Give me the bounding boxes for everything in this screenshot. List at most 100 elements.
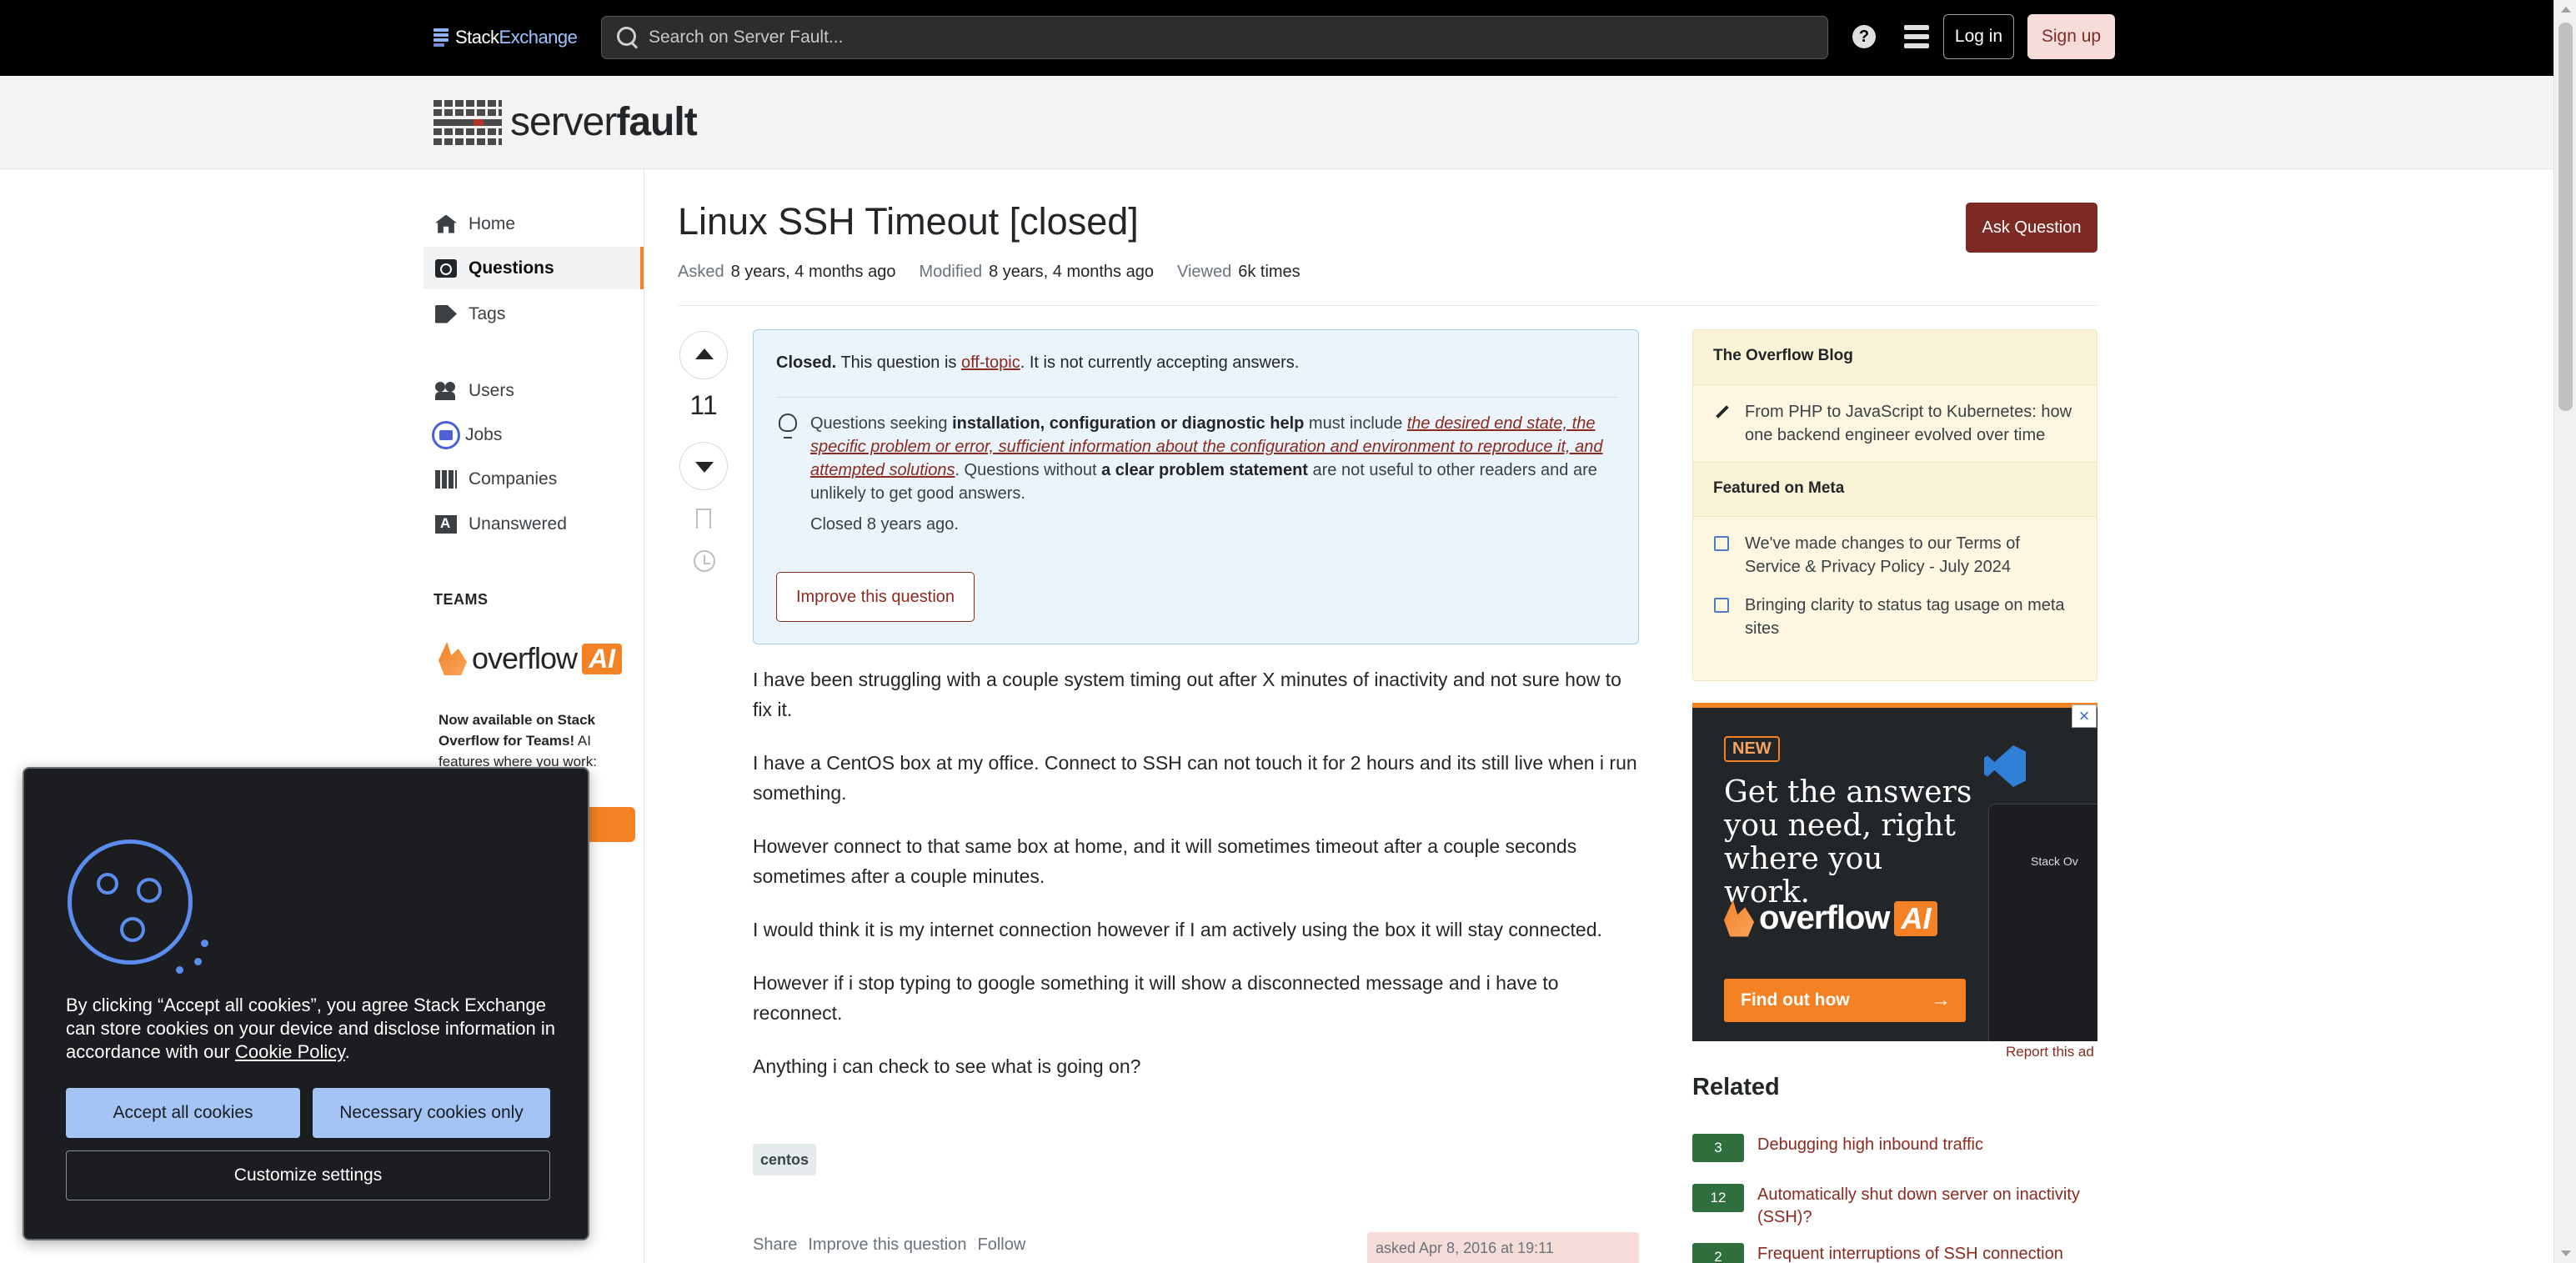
question-title[interactable]: Linux SSH Timeout [closed] <box>678 200 1139 243</box>
nav-item-users[interactable]: Users <box>423 369 644 412</box>
related-title: Frequent interruptions of SSH connection <box>1757 1245 2063 1263</box>
necessary-cookies-button[interactable]: Necessary cookies only <box>313 1088 550 1138</box>
related-item[interactable]: 2 Frequent interruptions of SSH connecti… <box>1692 1243 2097 1263</box>
question-body: I have been struggling with a couple sys… <box>753 664 1639 1105</box>
companies-icon <box>435 469 457 489</box>
post-menu: Share Improve this question Follow <box>753 1235 1025 1255</box>
meta-modified: Modified 8 years, 4 months ago <box>919 263 1154 281</box>
cookie-text: By clicking “Accept all cookies”, you ag… <box>66 995 555 1062</box>
accept-all-cookies-button[interactable]: Accept all cookies <box>66 1088 300 1138</box>
stack-flame-icon <box>439 642 467 675</box>
ad-headline: Get the answers you need, right where yo… <box>1724 775 1972 910</box>
related-item[interactable]: 12 Automatically shut down server on ina… <box>1692 1184 2097 1229</box>
meta-asked: Asked 8 years, 4 months ago <box>678 263 896 281</box>
site-header: serverfault <box>0 76 2553 169</box>
improve-link[interactable]: Improve this question <box>808 1235 966 1255</box>
nav-label: Home <box>469 213 516 233</box>
scroll-up-icon[interactable] <box>2561 7 2571 13</box>
overflow-ai-logo: overflow AI <box>439 641 623 676</box>
nav-item-jobs[interactable]: Jobs <box>423 413 644 456</box>
nav-item-questions[interactable]: Questions <box>423 247 644 289</box>
meta-item[interactable]: We've made changes to our Terms of Servi… <box>1693 517 2097 594</box>
ask-question-button[interactable]: Ask Question <box>1966 203 2097 253</box>
ad-cta-button[interactable]: Find out how → <box>1724 979 1966 1022</box>
blog-item[interactable]: From PHP to JavaScript to Kubernetes: ho… <box>1693 385 2097 462</box>
upvote-button[interactable] <box>679 331 728 379</box>
scroll-thumb[interactable] <box>2558 23 2573 411</box>
teams-promo-text: Now available on Stack Overflow for Team… <box>439 712 597 769</box>
downvote-button[interactable] <box>679 442 728 490</box>
closed-notice: Closed. This question is off-topic. It i… <box>753 329 1639 644</box>
post-paragraph: However connect to that same box at home… <box>753 835 1577 887</box>
nav-label: Questions <box>469 258 554 278</box>
asker-card: asked Apr 8, 2016 at 19:11 <box>1367 1232 1639 1263</box>
stack-flame-icon <box>1724 900 1754 937</box>
report-ad-link[interactable]: Report this ad <box>2006 1044 2094 1060</box>
nav-item-unanswered[interactable]: Unanswered <box>423 503 644 545</box>
meta-viewed: Viewed 6k times <box>1176 263 1301 281</box>
site-switcher-icon[interactable] <box>1904 25 1929 48</box>
stackexchange-logo[interactable]: Stack Exchange <box>434 25 578 50</box>
top-bar: Stack Exchange ? Log in Sign up <box>0 0 2553 76</box>
stackexchange-icon <box>434 28 449 47</box>
advertisement[interactable]: NEW Get the answers you need, right wher… <box>1692 703 2097 1041</box>
nav-label: Companies <box>469 469 558 489</box>
related-score: 2 <box>1692 1243 1744 1263</box>
ad-overflow-ai-logo: overflow AI <box>1724 900 1938 937</box>
history-icon[interactable] <box>694 550 715 572</box>
login-button[interactable]: Log in <box>1943 14 2014 59</box>
related-item[interactable]: 3 Debugging high inbound traffic <box>1692 1134 2097 1162</box>
users-icon <box>435 381 457 400</box>
signup-button[interactable]: Sign up <box>2027 14 2115 59</box>
teams-heading: TEAMS <box>434 591 489 608</box>
post-paragraph: Anything i can check to see what is goin… <box>753 1055 1141 1077</box>
server-rack-icon <box>434 99 502 145</box>
serverfault-logo[interactable]: serverfault <box>434 99 698 145</box>
search-bar[interactable] <box>601 16 1828 59</box>
nav-label: Tags <box>469 303 506 323</box>
post-paragraph: I have been struggling with a couple sys… <box>753 669 1621 720</box>
meta-heading: Featured on Meta <box>1693 462 2097 517</box>
closed-notice-body: Questions seeking installation, configur… <box>810 414 1603 503</box>
related-score: 12 <box>1692 1184 1744 1212</box>
related-score: 3 <box>1692 1134 1744 1162</box>
divider <box>776 397 1618 398</box>
search-input[interactable] <box>649 28 1799 48</box>
vote-count: 11 <box>689 390 718 420</box>
share-link[interactable]: Share <box>753 1235 797 1255</box>
related-title: Debugging high inbound traffic <box>1757 1135 1983 1154</box>
blog-widget: The Overflow Blog From PHP to JavaScript… <box>1692 329 2097 681</box>
ad-new-badge: NEW <box>1724 736 1780 762</box>
cookie-icon <box>68 839 202 965</box>
home-icon <box>435 214 457 233</box>
nav-label: Unanswered <box>469 514 567 534</box>
scroll-down-icon[interactable] <box>2561 1250 2571 1256</box>
follow-link[interactable]: Follow <box>977 1235 1025 1255</box>
nav-label: Jobs <box>465 424 503 444</box>
cookie-policy-link[interactable]: Cookie Policy <box>235 1041 345 1062</box>
bookmark-icon[interactable] <box>696 509 711 530</box>
nav-item-tags[interactable]: Tags <box>423 293 644 335</box>
logo-wordmark: serverfault <box>510 100 698 144</box>
help-icon[interactable]: ? <box>1852 25 1876 48</box>
arrow-right-icon: → <box>1931 989 1951 1011</box>
improve-question-button[interactable]: Improve this question <box>776 572 975 622</box>
logo-text-exchange: Exchange <box>499 27 578 48</box>
meta-item[interactable]: Bringing clarity to status tag usage on … <box>1693 594 2097 655</box>
meta-post-icon <box>1713 597 1732 614</box>
post-paragraph: I would think it is my internet connecti… <box>753 919 1602 940</box>
closed-notice-heading: Closed. This question is off-topic. It i… <box>776 353 1300 372</box>
nav-item-home[interactable]: Home <box>423 203 644 245</box>
blog-heading: The Overflow Blog <box>1693 330 2097 385</box>
related-title: Automatically shut down server on inacti… <box>1757 1185 2080 1226</box>
post-paragraph: However if i stop typing to google somet… <box>753 972 1559 1024</box>
questions-icon <box>435 258 457 278</box>
close-icon[interactable]: × <box>2072 704 2097 728</box>
scrollbar[interactable] <box>2553 0 2576 1263</box>
question-meta: Asked 8 years, 4 months ago Modified 8 yea… <box>678 263 1301 282</box>
customize-settings-button[interactable]: Customize settings <box>66 1150 550 1200</box>
off-topic-link[interactable]: off-topic <box>961 353 1020 372</box>
tag-icon <box>435 304 457 323</box>
nav-item-companies[interactable]: Companies <box>423 458 644 500</box>
tag-centos[interactable]: centos <box>753 1144 817 1175</box>
